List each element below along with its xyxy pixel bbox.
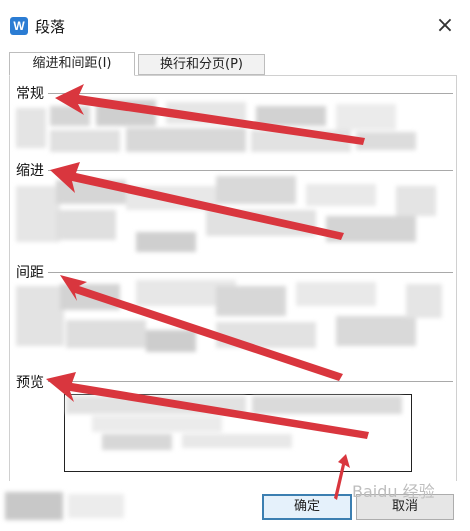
- blurred-general-settings: [16, 100, 426, 158]
- baidu-watermark: Baidu 经验: [352, 482, 435, 501]
- wps-app-icon: W: [10, 17, 28, 35]
- dialog-title: 段落: [35, 18, 66, 36]
- dialog-titlebar: W 段落 ×: [0, 0, 470, 44]
- section-divider-indent: [16, 170, 453, 171]
- blurred-indent-settings: [16, 176, 446, 256]
- section-label-general: 常规: [16, 83, 48, 103]
- tab-stops-button[interactable]: [5, 492, 63, 520]
- tab-indent-spacing[interactable]: 缩进和间距(I): [9, 52, 135, 76]
- close-icon[interactable]: ×: [432, 14, 458, 40]
- section-label-spacing: 间距: [16, 262, 48, 282]
- section-divider-general: [16, 93, 453, 94]
- blurred-preview-text: [62, 394, 402, 454]
- tab-line-page-breaks[interactable]: 换行和分页(P): [138, 54, 265, 75]
- blurred-spacing-settings: [16, 280, 446, 358]
- section-divider-spacing: [16, 272, 453, 273]
- blurred-secondary-button[interactable]: [68, 494, 124, 518]
- ok-button[interactable]: 确定: [262, 494, 352, 520]
- section-divider-preview: [16, 381, 453, 382]
- section-label-indent: 缩进: [16, 160, 48, 180]
- section-label-preview: 预览: [16, 372, 48, 392]
